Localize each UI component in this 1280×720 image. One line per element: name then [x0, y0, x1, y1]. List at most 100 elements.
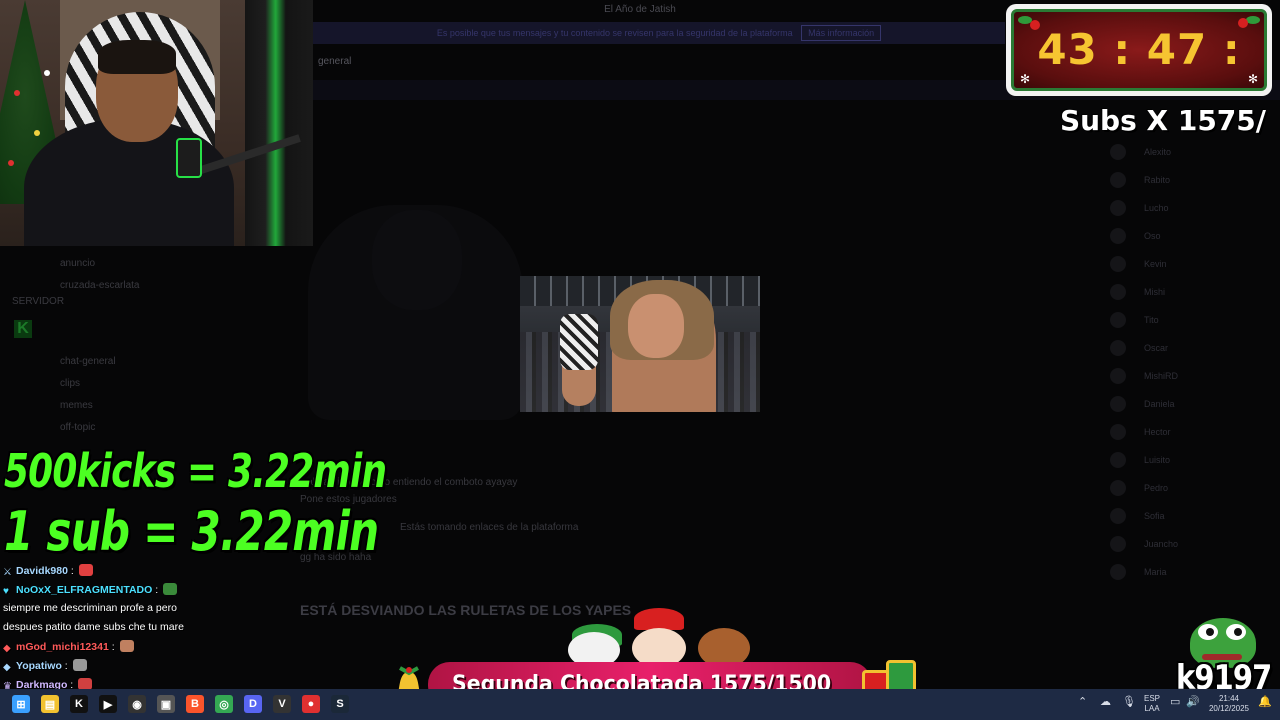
- wrestling-video-clip: [520, 276, 760, 412]
- member-avatar[interactable]: [1110, 200, 1126, 216]
- wrestler-face: [628, 294, 684, 358]
- member-name[interactable]: Mishi: [1144, 287, 1165, 297]
- member-name[interactable]: Oscar: [1144, 343, 1168, 353]
- frog-pupil: [1234, 628, 1242, 636]
- discord-banner-button[interactable]: Más información: [801, 25, 882, 41]
- display-icon[interactable]: ▭: [1170, 695, 1180, 708]
- member-name[interactable]: Daniela: [1144, 399, 1175, 409]
- member-name[interactable]: MishiRD: [1144, 371, 1178, 381]
- chat-separator: :: [61, 660, 71, 672]
- chat-username[interactable]: Yopatiwo: [16, 660, 62, 672]
- ornament: [34, 130, 40, 136]
- member-avatar[interactable]: [1110, 368, 1126, 384]
- chat-message-text: despues patito dame subs che tu mare: [3, 621, 184, 633]
- microphone: [176, 138, 202, 178]
- member-avatar[interactable]: [1110, 172, 1126, 188]
- capture-icon[interactable]: ▣: [157, 695, 175, 713]
- member-avatar[interactable]: [1110, 284, 1126, 300]
- chat-emote-icon: [163, 583, 178, 595]
- ornament: [14, 90, 20, 96]
- member-name[interactable]: Rabito: [1144, 175, 1170, 185]
- microphone-icon[interactable]: 🎙: [1122, 695, 1136, 708]
- member-name[interactable]: Sofia: [1144, 511, 1165, 521]
- clock[interactable]: 21:44 20/12/2025: [1204, 694, 1254, 714]
- brave-browser-icon[interactable]: B: [186, 695, 204, 713]
- member-name[interactable]: Maria: [1144, 567, 1167, 577]
- member-avatar[interactable]: [1110, 508, 1126, 524]
- clock-time: 21:44: [1218, 694, 1240, 703]
- clock-date: 20/12/2025: [1208, 704, 1250, 713]
- member-name[interactable]: Juancho: [1144, 539, 1178, 549]
- discord-channel-name[interactable]: general: [318, 56, 351, 67]
- stream-canvas: El Año de Jatish Es posible que tus mens…: [0, 0, 1280, 720]
- media-player-icon[interactable]: ▶: [99, 695, 117, 713]
- member-name[interactable]: Kevin: [1144, 259, 1167, 269]
- stream-chat: ⚔ Davidk980 : ♥ NoOxX_ELFRAGMENTADO : siem…: [0, 560, 260, 692]
- windows-start-icon[interactable]: ⊞: [12, 695, 30, 713]
- notification-bell-icon[interactable]: 🔔: [1258, 695, 1272, 708]
- sidebar-item-anuncio[interactable]: anuncio: [60, 258, 95, 269]
- chrome-icon[interactable]: ◎: [215, 695, 233, 713]
- ornament: [8, 160, 14, 166]
- member-avatar[interactable]: [1110, 564, 1126, 580]
- discord-banner-text: Es posible que tus mensajes y tu conteni…: [436, 28, 793, 38]
- member-avatar[interactable]: [1110, 396, 1126, 412]
- volume-icon[interactable]: 🔊: [1186, 695, 1200, 708]
- member-avatar[interactable]: [1110, 256, 1126, 272]
- chat-message: Estás tomando enlaces de la plataforma: [400, 522, 579, 533]
- subathon-timer: ✻ ✻ 43 : 47 : 12: [1006, 4, 1272, 96]
- chat-username[interactable]: mGod_michi12341: [16, 641, 109, 653]
- language-code: ESP: [1143, 694, 1160, 703]
- network-icon[interactable]: ☁: [1100, 695, 1111, 708]
- background-figure-head: [372, 210, 462, 310]
- sub-rate-label: 1 sub = 3.22min: [4, 500, 379, 563]
- language-indicator[interactable]: ESP LAA: [1140, 694, 1164, 714]
- kick-app-icon[interactable]: K: [70, 695, 88, 713]
- member-name[interactable]: Tito: [1144, 315, 1159, 325]
- ornament: [44, 70, 50, 76]
- member-avatar[interactable]: [1110, 452, 1126, 468]
- member-name[interactable]: Luisito: [1144, 455, 1170, 465]
- member-avatar[interactable]: [1110, 144, 1126, 160]
- steam-icon[interactable]: S: [331, 695, 349, 713]
- file-explorer-icon[interactable]: ▤: [41, 695, 59, 713]
- member-avatar[interactable]: [1110, 424, 1126, 440]
- webcam-feed: [0, 0, 313, 246]
- sidebar-item-cruzada[interactable]: cruzada-escarlata: [60, 280, 139, 291]
- heart-icon: ♥: [3, 586, 9, 597]
- chat-username[interactable]: NoOxX_ELFRAGMENTADO: [16, 584, 152, 596]
- chat-line: ◆ Yopatiwo :: [3, 659, 87, 673]
- recorder-icon[interactable]: ●: [302, 695, 320, 713]
- sidebar-item-chat-general[interactable]: chat-general: [60, 356, 116, 367]
- member-name[interactable]: Pedro: [1144, 483, 1168, 493]
- sidebar-item-off-topic[interactable]: off-topic: [60, 422, 95, 433]
- frog-eye: [1226, 624, 1246, 640]
- chat-emote-icon: [119, 640, 134, 652]
- member-avatar[interactable]: [1110, 536, 1126, 552]
- member-name[interactable]: Alexito: [1144, 147, 1171, 157]
- sidebar-item-memes[interactable]: memes: [60, 400, 93, 411]
- member-avatar[interactable]: [1110, 340, 1126, 356]
- discord-safety-banner: Es posible que tus mensajes y tu conteni…: [313, 22, 1005, 44]
- discord-icon[interactable]: D: [244, 695, 262, 713]
- subs-counter: Subs X 1575/: [1059, 104, 1266, 137]
- chat-message-bold: ESTÁ DESVIANDO LAS RULETAS DE LOS YAPES: [300, 602, 632, 618]
- frog-eye: [1198, 624, 1218, 640]
- member-name[interactable]: Hector: [1144, 427, 1171, 437]
- chat-line: ◆ mGod_michi12341 :: [3, 640, 134, 654]
- chevron-up-icon[interactable]: ⌃: [1078, 695, 1087, 708]
- member-name[interactable]: Lucho: [1144, 203, 1169, 213]
- kick-server-icon[interactable]: K: [14, 320, 32, 338]
- member-avatar[interactable]: [1110, 228, 1126, 244]
- valorant-icon[interactable]: V: [273, 695, 291, 713]
- member-avatar[interactable]: [1110, 480, 1126, 496]
- chat-username[interactable]: Davidk980: [16, 565, 68, 577]
- obs-icon[interactable]: ◉: [128, 695, 146, 713]
- streamer-hair: [98, 40, 176, 74]
- chat-line: ♥ NoOxX_ELFRAGMENTADO :: [3, 583, 178, 597]
- sidebar-item-clips[interactable]: clips: [60, 378, 80, 389]
- member-avatar[interactable]: [1110, 312, 1126, 328]
- member-name[interactable]: Oso: [1144, 231, 1161, 241]
- chat-separator: :: [67, 565, 77, 577]
- chat-separator: :: [152, 584, 162, 596]
